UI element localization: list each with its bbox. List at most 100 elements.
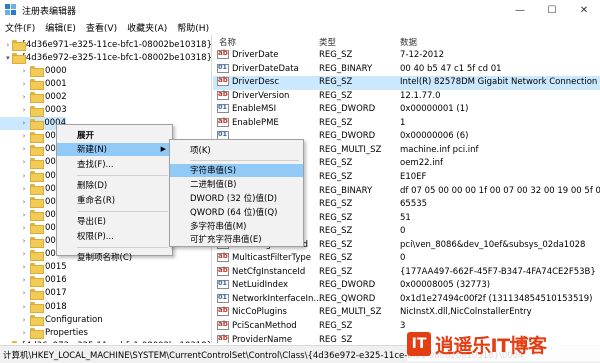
- string-value-icon: [217, 117, 229, 127]
- chevron-right-icon[interactable]: ›: [20, 211, 28, 219]
- tree-item[interactable]: › 0000: [0, 64, 211, 78]
- chevron-right-icon[interactable]: ›: [20, 106, 28, 114]
- value-row[interactable]: MulticastFilterType REG_SZ 0: [213, 252, 600, 266]
- menu-item[interactable]: 多字符串值(M): [170, 219, 303, 232]
- value-row[interactable]: DriverVersion REG_SZ 12.1.77.0: [213, 90, 600, 104]
- value-row[interactable]: EnablePME REG_SZ 1: [213, 117, 600, 131]
- value-row[interactable]: EnableMSI REG_DWORD 0x00000001 (1): [213, 103, 600, 117]
- menu-item[interactable]: 二进制值(B): [170, 178, 303, 191]
- value-data: machine.inf pci.inf: [400, 144, 479, 155]
- menu-file[interactable]: 文件(F): [0, 21, 40, 34]
- folder-icon: [30, 236, 44, 248]
- value-row[interactable]: DriverDate REG_SZ 7-12-2012: [213, 49, 600, 63]
- menu-item[interactable]: 项(K): [170, 143, 303, 156]
- string-value-icon: [217, 306, 229, 317]
- menu-favorites[interactable]: 收藏夹(A): [122, 21, 172, 34]
- menu-item[interactable]: 新建(N) ▶: [57, 142, 172, 156]
- value-data: 3: [400, 321, 406, 331]
- window-title: 注册表编辑器: [22, 6, 77, 17]
- folder-icon: [30, 184, 44, 196]
- folder-icon: [30, 210, 44, 222]
- value-name: EnableMSI: [232, 104, 277, 115]
- tree-item[interactable]: › 0003: [0, 104, 211, 117]
- menu-item[interactable]: 查找(F)...: [57, 157, 172, 170]
- chevron-right-icon[interactable]: ›: [20, 263, 28, 271]
- string-value-icon: [217, 252, 229, 263]
- binary-value-icon: [217, 63, 229, 73]
- tree-item-label: {4d36e973-e325-11ce-bfc1-08002be10318}: [20, 341, 211, 343]
- folder-icon: [30, 249, 44, 261]
- tree-item[interactable]: › 0001: [0, 77, 211, 91]
- chevron-right-icon[interactable]: ›: [20, 237, 28, 245]
- value-row[interactable]: NetCfgInstanceId REG_SZ {177AA497-662F-45F…: [213, 266, 600, 280]
- tree-item[interactable]: › 0016: [0, 274, 211, 287]
- value-row[interactable]: NetLuidIndex REG_DWORD 0x00008005 (32773): [213, 279, 600, 293]
- menu-item[interactable]: 展开: [57, 128, 172, 141]
- value-type: REG_DWORD: [319, 280, 376, 291]
- tree-item-label: 0017: [45, 288, 67, 299]
- menu-item-label: 删除(D): [77, 181, 108, 191]
- chevron-right-icon[interactable]: ›: [20, 329, 28, 337]
- menu-item[interactable]: 可扩充字符串值(E): [170, 233, 303, 246]
- tree-item[interactable]: › {4d36e973-e325-11ce-bfc1-08002be10318}: [0, 339, 211, 343]
- chevron-right-icon[interactable]: ›: [20, 250, 28, 258]
- menu-item[interactable]: 删除(D): [57, 179, 172, 192]
- chevron-right-icon[interactable]: ›: [6, 342, 10, 343]
- tree-item[interactable]: › 0018: [0, 300, 211, 313]
- tree-item[interactable]: › {4d36e971-e325-11ce-bfc1-08002be10318}: [0, 38, 211, 51]
- value-data: Intel(R) 82578DM Gigabit Network Connect…: [400, 77, 598, 88]
- chevron-down-icon[interactable]: ▾: [6, 54, 10, 62]
- tree-item[interactable]: › 0002: [0, 90, 211, 104]
- value-name: DriverVersion: [232, 90, 290, 101]
- chevron-right-icon[interactable]: ›: [20, 172, 28, 180]
- header-data[interactable]: 数据: [400, 36, 417, 48]
- menu-item-label: 字符串值(S): [190, 166, 237, 177]
- tree-item[interactable]: › Configuration: [0, 313, 211, 327]
- value-data: 0x00008005 (32773): [400, 280, 491, 291]
- string-value-icon: [217, 49, 229, 59]
- close-button[interactable]: ✕: [568, 0, 600, 20]
- maximize-button[interactable]: ☐: [536, 0, 568, 20]
- value-row[interactable]: DriverDesc REG_SZ Intel(R) 82578DM Gigabit…: [213, 76, 600, 90]
- folder-icon: [30, 171, 44, 182]
- value-name: NetCfgInstanceId: [232, 266, 306, 277]
- menu-item[interactable]: 权限(P)...: [57, 229, 172, 242]
- menu-item[interactable]: 复制项名称(C): [57, 251, 172, 264]
- menu-item[interactable]: 重命名(R): [57, 193, 172, 206]
- value-type: REG_MULTI_SZ: [319, 144, 382, 155]
- tree-item-label: 0015: [45, 262, 67, 273]
- chevron-right-icon[interactable]: ›: [6, 41, 10, 49]
- header-type[interactable]: 类型: [319, 36, 336, 48]
- chevron-right-icon[interactable]: ›: [20, 67, 28, 75]
- chevron-right-icon[interactable]: ›: [20, 224, 28, 232]
- minimize-button[interactable]: —: [504, 0, 536, 20]
- tree-item[interactable]: › Properties: [0, 326, 211, 340]
- chevron-right-icon[interactable]: ›: [20, 316, 28, 324]
- tree-item[interactable]: › 0017: [0, 287, 211, 300]
- value-row[interactable]: DriverDateData REG_BINARY 00 40 b5 47 c1 5…: [213, 63, 600, 77]
- menu-help[interactable]: 帮助(H): [172, 21, 214, 34]
- chevron-right-icon[interactable]: ›: [20, 119, 28, 127]
- menu-edit[interactable]: 编辑(E): [40, 21, 81, 34]
- tree-item[interactable]: ▾ {4d36e972-e325-11ce-bfc1-08002be10318}: [0, 51, 211, 65]
- value-data: 00 40 b5 47 c1 5f cd 01: [400, 63, 502, 74]
- menu-item[interactable]: 字符串值(S): [170, 163, 303, 177]
- chevron-right-icon[interactable]: ›: [20, 185, 28, 193]
- chevron-right-icon[interactable]: ›: [20, 132, 28, 140]
- value-data: df 07 05 00 00 00 1f 00 07 00 32 00 19 0…: [400, 185, 600, 196]
- value-row[interactable]: NicCoPlugins REG_MULTI_SZ NicInstX.dll,Nic…: [213, 306, 600, 320]
- menu-view[interactable]: 查看(V): [81, 21, 122, 34]
- chevron-right-icon[interactable]: ›: [20, 289, 28, 297]
- header-name[interactable]: 名称: [219, 36, 236, 48]
- chevron-right-icon[interactable]: ›: [20, 158, 28, 166]
- value-row[interactable]: NetworkInterfaceIn...REG_QWORD 0x1d1e2749…: [213, 293, 600, 307]
- chevron-right-icon[interactable]: ›: [20, 145, 28, 153]
- chevron-right-icon[interactable]: ›: [20, 198, 28, 206]
- menu-item[interactable]: DWORD (32 位)值(D): [170, 191, 303, 204]
- chevron-right-icon[interactable]: ›: [20, 303, 28, 311]
- menu-item[interactable]: QWORD (64 位)值(Q): [170, 205, 303, 218]
- menu-item[interactable]: 导出(E): [57, 215, 172, 228]
- chevron-right-icon[interactable]: ›: [20, 93, 28, 101]
- chevron-right-icon[interactable]: ›: [20, 276, 28, 284]
- chevron-right-icon[interactable]: ›: [20, 80, 28, 88]
